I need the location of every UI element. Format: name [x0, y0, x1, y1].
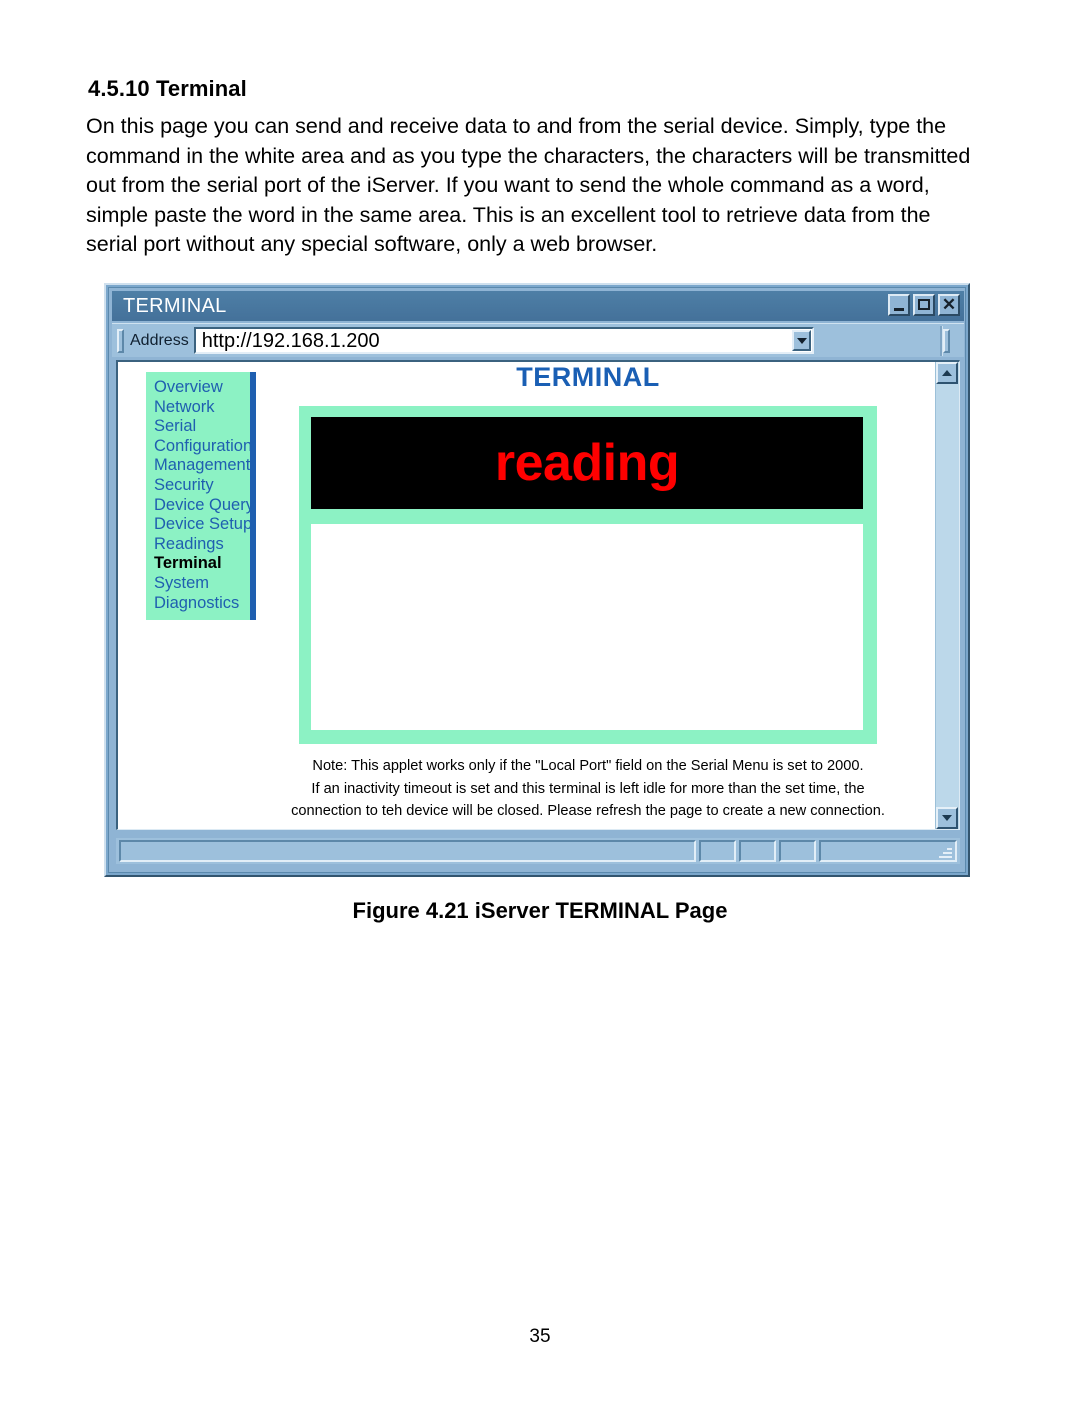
terminal-heading: TERMINAL — [516, 362, 660, 392]
page-title: 4.5.10 Terminal — [88, 76, 247, 101]
address-input[interactable]: http://192.168.1.200 — [193, 327, 814, 354]
terminal-output-display: reading — [311, 417, 863, 509]
status-panel-main — [119, 840, 696, 862]
status-panel-4 — [779, 840, 816, 862]
terminal-input-area[interactable] — [311, 524, 863, 730]
site-navigation: Overview Network Serial Configuration Ma… — [146, 372, 256, 621]
browser-window-inner: TERMINAL ✕ Address http://192.168.1.200 … — [108, 287, 966, 873]
maximize-icon — [918, 299, 930, 310]
sidebar-item-overview[interactable]: Overview — [154, 378, 250, 398]
sidebar-item-readings[interactable]: Readings — [154, 535, 250, 555]
arrow-down-icon — [942, 815, 952, 821]
minimize-button[interactable] — [888, 294, 910, 316]
status-panel-3 — [739, 840, 776, 862]
vertical-scrollbar[interactable] — [935, 362, 959, 829]
terminal-note-line-1: Note: This applet works only if the "Loc… — [312, 758, 864, 774]
sidebar-item-network[interactable]: Network — [154, 398, 250, 418]
sidebar-item-diagnostics[interactable]: Diagnostics — [154, 594, 250, 614]
terminal-output-text: reading — [494, 434, 680, 492]
figure-caption: Figure 4.21 iServer TERMINAL Page — [352, 898, 728, 923]
toolbar-grip-handle[interactable] — [117, 328, 124, 353]
browser-window: TERMINAL ✕ Address http://192.168.1.200 … — [104, 283, 970, 877]
terminal-note: Note: This applet works only if the "Loc… — [278, 755, 898, 823]
toolbar-grip-handle-2[interactable] — [943, 328, 950, 353]
browser-content-area: Overview Network Serial Configuration Ma… — [116, 360, 960, 830]
sidebar-item-system[interactable]: System — [154, 574, 250, 594]
body-paragraph: On this page you can send and receive da… — [86, 114, 971, 256]
sidebar-item-security[interactable]: Security — [154, 476, 250, 496]
status-panel-2 — [699, 840, 736, 862]
document-page: 4.5.10 Terminal On this page you can sen… — [0, 0, 1080, 1412]
terminal-applet: reading — [299, 406, 877, 744]
terminal-note-line-3: connection to teh device will be closed.… — [291, 803, 885, 819]
address-dropdown-button[interactable] — [791, 330, 811, 351]
sidebar-item-device-query[interactable]: Device Query — [154, 496, 254, 516]
page-number: 35 — [529, 1326, 551, 1347]
address-input-value: http://192.168.1.200 — [201, 329, 380, 352]
sidebar-item-terminal[interactable]: Terminal — [154, 554, 250, 574]
window-controls: ✕ — [888, 294, 960, 316]
address-toolbar: Address http://192.168.1.200 — [112, 323, 964, 357]
arrow-up-icon — [942, 370, 952, 376]
sidebar-item-management[interactable]: Management — [154, 456, 250, 476]
address-label: Address — [130, 331, 189, 349]
maximize-button[interactable] — [913, 294, 935, 316]
close-button[interactable]: ✕ — [938, 294, 960, 316]
chevron-down-icon — [796, 338, 807, 344]
browser-title-text: TERMINAL — [123, 294, 227, 317]
sidebar-item-device-setup[interactable]: Device Setup — [154, 515, 252, 535]
browser-status-bar — [116, 838, 960, 864]
status-panel-5 — [819, 840, 957, 862]
sidebar-item-configuration[interactable]: Configuration — [154, 437, 252, 457]
resize-grip-icon[interactable] — [937, 843, 953, 859]
terminal-note-line-2: If an inactivity timeout is set and this… — [311, 780, 865, 797]
scroll-up-button[interactable] — [936, 362, 958, 384]
browser-titlebar: TERMINAL ✕ — [112, 291, 964, 321]
close-icon: ✕ — [941, 295, 957, 314]
sidebar-item-serial[interactable]: Serial — [154, 417, 250, 437]
scroll-down-button[interactable] — [936, 807, 958, 829]
minimize-icon — [894, 308, 904, 311]
